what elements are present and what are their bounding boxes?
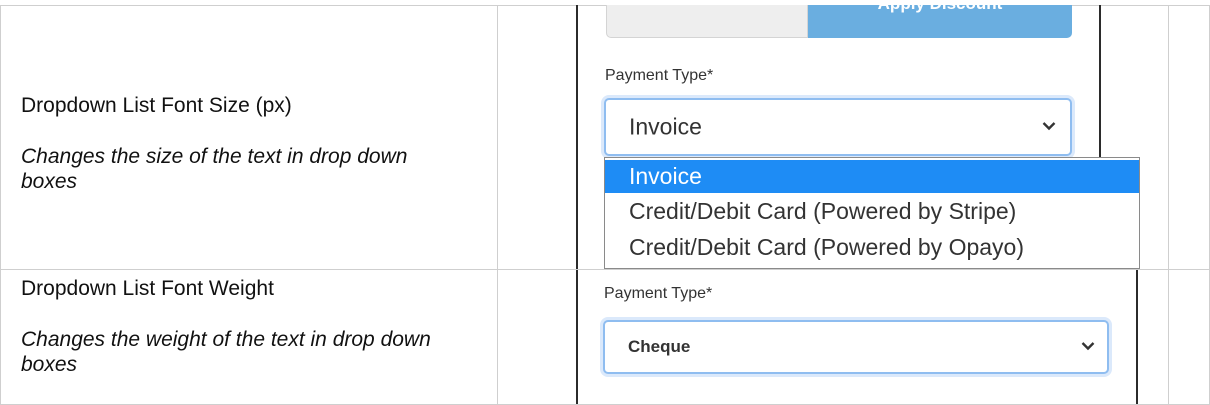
setting-description-font-size: Dropdown List Font Size (px) Changes the…	[21, 93, 461, 194]
preview-frame-right	[1099, 5, 1101, 157]
chevron-down-icon	[1042, 118, 1056, 136]
payment-type-label: Payment Type*	[604, 285, 713, 302]
option-invoice[interactable]: Invoice	[605, 160, 1139, 193]
payment-type-select[interactable]: Invoice	[604, 98, 1072, 156]
setting-title: Dropdown List Font Weight	[21, 277, 274, 300]
chevron-down-icon	[1081, 338, 1095, 356]
table-column-divider-right	[1168, 5, 1169, 404]
apply-discount-button[interactable]: Apply Discount	[808, 5, 1072, 38]
payment-type-label: Payment Type*	[605, 67, 714, 84]
payment-type-options: Invoice Credit/Debit Card (Powered by St…	[604, 157, 1140, 269]
table-border-left	[0, 5, 1, 404]
setting-help-text: Changes the size of the text in drop dow…	[21, 145, 408, 193]
selected-value: Invoice	[629, 113, 702, 140]
setting-description-font-weight: Dropdown List Font Weight Changes the we…	[21, 276, 461, 377]
preview-frame-left	[576, 5, 578, 269]
option-stripe[interactable]: Credit/Debit Card (Powered by Stripe)	[605, 195, 1139, 228]
setting-help-text: Changes the weight of the text in drop d…	[21, 328, 431, 376]
table-column-divider	[497, 5, 498, 404]
selected-value: Cheque	[628, 337, 691, 356]
apply-discount-label: Apply Discount	[808, 5, 1072, 14]
discount-tabs: Apply Discount	[606, 5, 1072, 38]
preview-frame-right	[1136, 270, 1138, 404]
option-opayo[interactable]: Credit/Debit Card (Powered by Opayo)	[605, 231, 1139, 264]
preview-frame-left	[576, 270, 578, 404]
payment-type-select[interactable]: Cheque	[603, 320, 1109, 374]
table-row-divider	[0, 269, 1210, 270]
discount-code-tab[interactable]	[606, 5, 808, 38]
setting-title: Dropdown List Font Size (px)	[21, 94, 292, 117]
